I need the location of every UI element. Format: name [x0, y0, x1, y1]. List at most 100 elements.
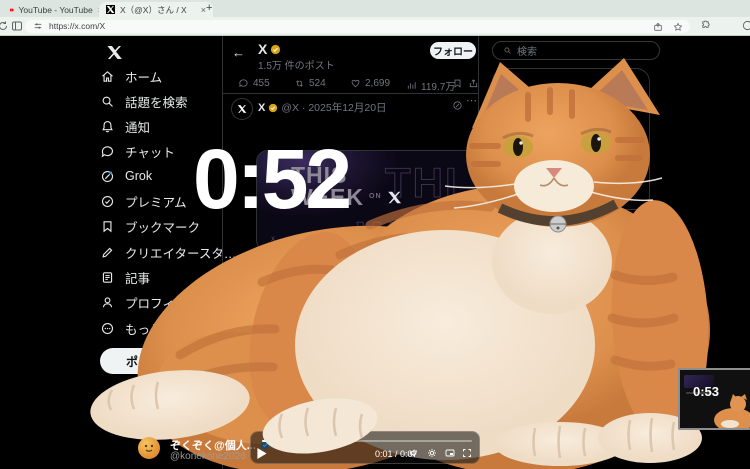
settings-gear-icon[interactable]	[426, 447, 438, 459]
article-icon	[100, 270, 115, 285]
poster-avatar[interactable]	[138, 437, 160, 459]
grok-actions-icon[interactable]	[452, 100, 463, 111]
new-tab-button[interactable]: +	[206, 2, 212, 14]
repost-icon	[294, 78, 305, 89]
x-page: ホーム 話題を検索 通知 チャット Grok プレミアム ブックマーク クリエ	[0, 36, 750, 469]
reply-icon	[238, 78, 249, 89]
bell-icon	[100, 119, 115, 134]
sidebar-item-bookmarks[interactable]: ブックマーク	[100, 216, 200, 236]
url-text: https://x.com/X	[49, 21, 105, 31]
tab-youtube[interactable]: YouTube - YouTube ×	[3, 2, 110, 17]
tab-x[interactable]: X（@X）さん / X ×	[99, 2, 213, 17]
sidebar-item-home[interactable]: ホーム	[100, 66, 162, 86]
banner-ghost-text: WEE	[357, 213, 459, 252]
sidebar-label: もっと見る	[125, 319, 188, 338]
sidebar-item-creator-studio[interactable]: クリエイタースタ…	[100, 242, 236, 262]
sidebar-label: 話題を検索	[125, 92, 188, 111]
reply-button[interactable]: 455	[238, 78, 270, 89]
search-placeholder: 検索	[517, 43, 537, 58]
seek-preview-thumbnail[interactable]: 0:53	[678, 368, 750, 430]
side-panel-icon[interactable]	[11, 20, 23, 32]
x-logo[interactable]	[106, 44, 123, 61]
sidebar-label: チャット	[125, 142, 175, 161]
avatar-face	[138, 437, 160, 459]
chat-icon	[100, 144, 115, 159]
sidebar-item-more[interactable]: もっと見る	[100, 318, 188, 338]
card-date: december 19, 2025	[256, 268, 338, 279]
search-box[interactable]: 検索	[492, 41, 660, 60]
video-progress-played	[262, 440, 292, 442]
bookmark-star-icon[interactable]	[673, 22, 683, 32]
share-icon[interactable]	[653, 22, 663, 32]
repost-button[interactable]: 524	[294, 78, 326, 89]
premium-icon	[100, 194, 115, 209]
heart-icon	[350, 78, 361, 89]
profile-icon	[100, 295, 115, 310]
views-button[interactable]: 119.7万	[406, 78, 455, 93]
sidebar-label: 記事	[125, 268, 150, 287]
x-logo	[237, 104, 247, 114]
banner-on-label: ON	[369, 194, 382, 201]
back-button[interactable]: ←	[232, 45, 245, 60]
tab-strip: YouTube - YouTube × X（@X）さん / X × +	[0, 0, 750, 17]
sidebar-item-articles[interactable]: 記事	[100, 267, 150, 287]
reply-button[interactable]: 193	[238, 320, 270, 331]
sidebar-label: プレミアム	[125, 192, 187, 211]
column-divider	[478, 36, 479, 469]
sidebar-label: ホーム	[125, 67, 162, 86]
bookmark-icon[interactable]	[452, 78, 463, 89]
x-favicon	[106, 5, 115, 14]
extensions-icon[interactable]	[700, 20, 711, 31]
sidebar-item-premium[interactable]: プレミアム	[100, 191, 187, 211]
sidebar-card	[492, 68, 650, 210]
profile-name: X	[258, 41, 267, 57]
posts-count: 1.5万 件のポスト	[258, 57, 335, 72]
reload-icon[interactable]	[0, 20, 9, 32]
countdown-timer: 0:52	[193, 137, 349, 221]
video-progress-track[interactable]	[262, 440, 472, 442]
bookmark-icon	[100, 219, 115, 234]
gold-verified-badge-icon	[268, 103, 278, 113]
youtube-favicon	[10, 6, 14, 14]
profile-avatar-icon[interactable]	[742, 20, 750, 31]
pip-icon[interactable]	[444, 447, 456, 459]
address-bar[interactable]: https://x.com/X	[25, 20, 690, 33]
home-icon	[100, 69, 115, 84]
sidebar-item-notifications[interactable]: 通知	[100, 116, 150, 136]
post-avatar[interactable]	[231, 292, 253, 314]
sidebar-item-grok[interactable]: Grok	[100, 166, 152, 186]
post-more-icon[interactable]: ⋯	[466, 94, 477, 107]
more-circle-icon	[100, 321, 115, 336]
sidebar-item-profile[interactable]: プロフィール	[100, 292, 200, 312]
sidebar-item-explore[interactable]: 話題を検索	[100, 91, 188, 111]
card-title[interactable]: this week on X: widgets on iOS, Global T…	[256, 254, 477, 266]
sidebar-label: Grok	[125, 169, 152, 183]
post-divider	[223, 93, 478, 94]
post-divider	[223, 286, 478, 287]
share-post-icon[interactable]	[468, 78, 479, 89]
post-avatar[interactable]	[231, 98, 253, 120]
browser-window: YouTube - YouTube × X（@X）さん / X × + http…	[0, 0, 750, 469]
post-button[interactable]: ポストする	[100, 348, 212, 374]
like-button[interactable]: 2,699	[350, 78, 390, 89]
gold-verified-badge-icon	[270, 44, 281, 55]
analytics-icon	[406, 80, 417, 91]
x-logo	[387, 190, 402, 205]
poster-handle: @konekone2026	[170, 451, 246, 462]
sidebar-label: プロフィール	[125, 293, 200, 312]
follow-button[interactable]: フォロー	[430, 42, 476, 59]
notification-dot	[109, 171, 112, 174]
grok-icon	[100, 169, 115, 184]
post-author[interactable]: X	[258, 102, 265, 114]
sidebar-item-chat[interactable]: チャット	[100, 141, 175, 161]
column-divider	[222, 36, 223, 469]
volume-icon[interactable]	[408, 447, 420, 459]
tab-title: YouTube - YouTube	[19, 5, 93, 15]
preview-cat	[708, 394, 750, 428]
fullscreen-icon[interactable]	[461, 447, 473, 459]
tab-title: X（@X）さん / X	[120, 4, 187, 16]
site-settings-icon[interactable]	[33, 21, 43, 31]
card-line-bold: product & eng…	[256, 302, 334, 313]
play-button[interactable]	[257, 448, 267, 459]
browser-toolbar: https://x.com/X	[0, 17, 750, 36]
